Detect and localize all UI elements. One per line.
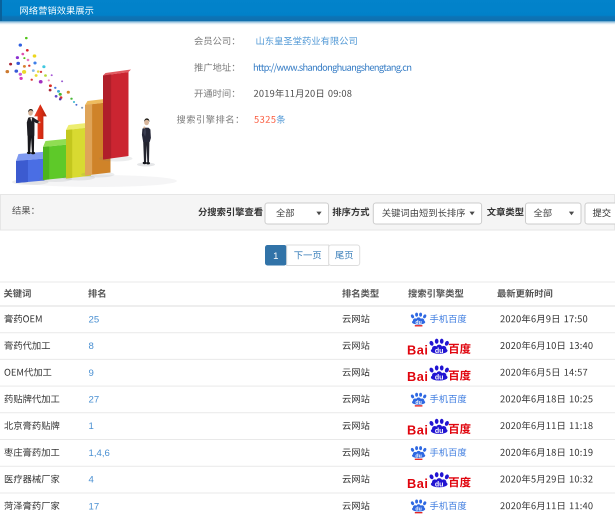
svg-text:27: 27: [89, 394, 100, 405]
svg-text:8: 8: [89, 341, 94, 352]
svg-text:du: du: [415, 453, 421, 459]
svg-text:du: du: [415, 320, 421, 326]
svg-text:25: 25: [89, 314, 100, 325]
svg-text:4: 4: [89, 475, 95, 486]
svg-text:Bai: Bai: [407, 369, 428, 384]
svg-text:du: du: [435, 481, 444, 488]
svg-text:du: du: [415, 507, 421, 513]
svg-text:Bai: Bai: [407, 422, 428, 437]
svg-text:du: du: [435, 375, 444, 382]
svg-text:1: 1: [273, 251, 278, 262]
svg-text:1,4,6: 1,4,6: [89, 448, 110, 459]
svg-text:17: 17: [89, 501, 100, 512]
svg-text:Bai: Bai: [407, 342, 428, 357]
svg-text:du: du: [415, 400, 421, 406]
svg-text:du: du: [435, 428, 444, 435]
svg-text:9: 9: [89, 368, 94, 379]
svg-text:du: du: [435, 348, 444, 355]
svg-text:Bai: Bai: [407, 476, 428, 491]
svg-text:1: 1: [89, 421, 94, 432]
